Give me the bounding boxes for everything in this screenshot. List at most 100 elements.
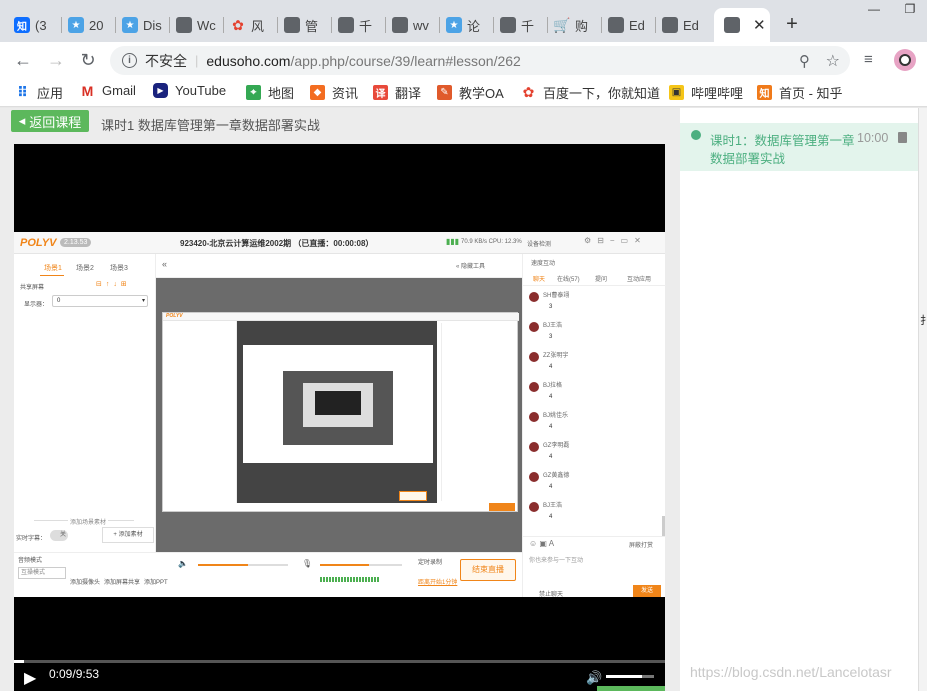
add-material-button[interactable]: + 添加素材 [102, 527, 154, 543]
mic-volume-bar[interactable] [320, 564, 402, 566]
green-action-button[interactable] [597, 686, 665, 691]
layer-arrows-icon[interactable]: ⊟↑↓⊞ [96, 280, 131, 288]
bookmark-star-icon[interactable]: ☆ [826, 51, 840, 71]
chat-input[interactable]: 你也来参与一下互动 [529, 555, 583, 564]
video-progress-bar[interactable] [14, 660, 665, 663]
tab-3[interactable]: ★ Dis [116, 8, 170, 42]
tab-label: 论 [467, 18, 481, 34]
tab-6[interactable]: 管 [278, 8, 332, 42]
bookmark-apps[interactable]: ⠿ 应用 [15, 83, 63, 102]
page-scrollbar[interactable]: 扌 [918, 108, 927, 691]
tab-12[interactable]: Ed [602, 8, 656, 42]
audio-mode-label: 音频模式 [18, 558, 43, 564]
forbid-chat-label[interactable]: 禁止聊天 [539, 589, 563, 598]
chat-tab-apps[interactable]: 互动应用 [627, 274, 651, 283]
back-arrow-icon[interactable]: ← [12, 49, 34, 71]
address-bar[interactable]: i 不安全 | edusoho.com/app.php/course/39/le… [110, 46, 850, 75]
volume-icon[interactable]: 🔊 [586, 670, 602, 686]
lesson-page: ◂ 返回课程 课时1 数据库管理第一章数据部署实战 POLYV 2.13.53 … [0, 108, 927, 691]
chat-tab-online[interactable]: 在线(57) [557, 274, 580, 283]
bookmark-oa[interactable]: ✎ 教学OA [437, 83, 504, 102]
lesson-item-title-line1: 课时1：数据库管理第一章 [710, 134, 855, 148]
video-frame: POLYV 2.13.53 923420-北京云计算运维2002期 （已直播：0… [14, 232, 666, 598]
video-player[interactable]: POLYV 2.13.53 923420-北京云计算运维2002期 （已直播：0… [14, 144, 666, 691]
back-to-course-button[interactable]: ◂ 返回课程 [11, 110, 89, 132]
hide-tools-button[interactable]: « 隐藏工具 [456, 261, 485, 270]
scene-tab-1[interactable]: 场景1 [44, 263, 62, 273]
tab-10[interactable]: 千 [494, 8, 548, 42]
avatar [529, 322, 539, 332]
tool-screen-share[interactable]: 添加屏幕共享 [104, 577, 140, 586]
tab-1[interactable]: 知 (3 [8, 8, 62, 42]
time-display: 0:09/9:53 [49, 667, 99, 681]
bookmark-gmail[interactable]: M Gmail [80, 83, 136, 99]
speaker-icon[interactable]: 🔈 [178, 559, 188, 568]
inner-device-test[interactable]: 设备检测 [527, 239, 551, 248]
tab-13[interactable]: Ed [656, 8, 710, 42]
volume-slider[interactable] [606, 675, 654, 678]
tab-2[interactable]: ★ 20 [62, 8, 116, 42]
tab-label: 购 [575, 18, 589, 34]
display-select[interactable]: 0 ▾ [52, 295, 148, 307]
bookmark-news[interactable]: ◆ 资讯 [310, 83, 358, 102]
bookmark-zhihu[interactable]: 知 首页 - 知乎 [757, 83, 843, 102]
youtube-icon: ▶ [153, 83, 168, 98]
tab-8[interactable]: wv [386, 8, 440, 42]
avatar [529, 502, 539, 512]
interact-select[interactable]: 速度互动 [531, 258, 555, 267]
chat-scrollbar[interactable] [662, 516, 665, 536]
chat-name: SH曹泰翊 [543, 293, 570, 299]
chat-name: BJ拉格 [543, 383, 563, 389]
tab-close-icon[interactable]: ✕ [753, 16, 766, 34]
chat-input-area: ☺ ▣ A 屏蔽打赏 你也来参与一下互动 禁止聊天 发送 [523, 536, 666, 598]
tool-camera[interactable]: 添加摄像头 [70, 577, 100, 586]
maps-icon: ⌖ [246, 85, 261, 100]
tab-11[interactable]: 🛒 购 [548, 8, 602, 42]
bookmark-baidu[interactable]: ✿ 百度一下，你就知道 [521, 83, 660, 102]
inner-brand: POLYV [20, 237, 57, 249]
send-button[interactable]: 发送 [633, 585, 661, 597]
chat-tab-chat[interactable]: 聊天 [533, 274, 545, 283]
mic-icon[interactable]: 🎙 [302, 559, 312, 568]
oa-icon: ✎ [437, 85, 452, 100]
play-icon[interactable]: ▶ [24, 668, 36, 688]
tab-strip: 知 (3 ★ 20 ★ Dis Wc ✿ 风 管 千 wv ★ 论 千 🛒 购 … [0, 0, 927, 42]
scene-tab-3[interactable]: 场景3 [110, 263, 128, 273]
collapse-left-icon[interactable]: « [162, 259, 167, 269]
scene-tab-2[interactable]: 场景2 [76, 263, 94, 273]
new-tab-button[interactable]: + [779, 11, 805, 37]
tab-7[interactable]: 千 [332, 8, 386, 42]
globe-icon [176, 17, 192, 33]
tab-label: 风 [251, 18, 265, 34]
tab-4[interactable]: Wc [170, 8, 224, 42]
info-icon[interactable]: i [122, 53, 137, 68]
tab-label: Wc [197, 17, 216, 33]
mode-select[interactable]: 互操模式 [18, 567, 66, 579]
profile-avatar[interactable] [894, 49, 916, 71]
bookmark-translate[interactable]: 译 翻译 [373, 83, 421, 102]
block-chat-label[interactable]: 屏蔽打赏 [629, 540, 653, 549]
tab-5[interactable]: ✿ 风 [224, 8, 278, 42]
forward-arrow-icon[interactable]: → [45, 49, 67, 71]
lesson-item[interactable]: 课时1：数据库管理第一章 数据部署实战 10:00 [680, 123, 918, 171]
page-edge-text: 扌 [920, 315, 927, 327]
bookmark-maps[interactable]: ⌖ 地图 [246, 83, 294, 102]
tool-ppt[interactable]: 添加PPT [144, 577, 168, 586]
tab-9[interactable]: ★ 论 [440, 8, 494, 42]
speaker-volume-bar[interactable] [198, 564, 288, 566]
maximize-button[interactable]: ❐ [893, 0, 927, 18]
globe-icon [338, 17, 354, 33]
timed-record-checkbox[interactable]: 定时录制 [418, 557, 442, 566]
bookmark-bilibili[interactable]: ▣ 哔哩哔哩 [669, 83, 743, 102]
reload-icon[interactable]: ↻ [77, 49, 99, 71]
tab-active[interactable]: ✕ [714, 8, 770, 42]
zoom-icon[interactable]: ⚲ [799, 52, 810, 70]
minimize-button[interactable]: — [857, 0, 891, 18]
emoji-icon[interactable]: ☺ ▣ A [529, 539, 554, 548]
end-live-button[interactable]: 结束直播 [460, 559, 516, 581]
globe-icon [608, 17, 624, 33]
bookmark-youtube[interactable]: ▶ YouTube [153, 83, 226, 98]
media-control-icon[interactable]: ≡ [864, 51, 873, 68]
subtitle-toggle[interactable]: 关 [50, 530, 68, 541]
chat-tab-questions[interactable]: 提问 [595, 274, 607, 283]
